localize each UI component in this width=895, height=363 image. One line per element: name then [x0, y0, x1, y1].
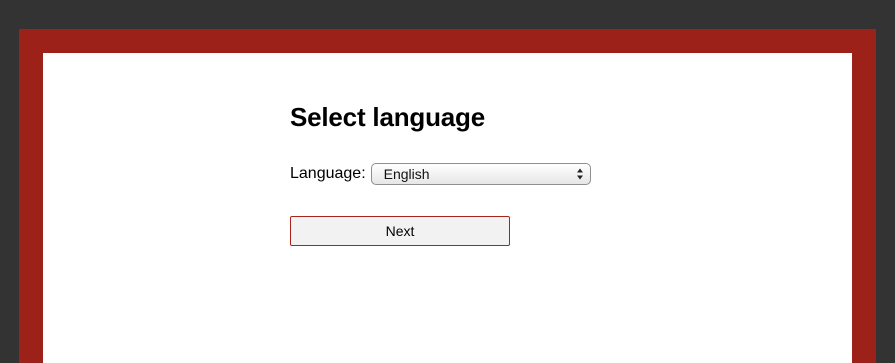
language-form: Select language Language: English Next — [290, 101, 591, 246]
updown-chevron-icon — [576, 168, 583, 180]
language-row: Language: English — [290, 163, 591, 185]
language-select[interactable]: English — [370, 163, 591, 185]
language-label: Language: — [290, 165, 366, 182]
language-select-value: English — [383, 166, 430, 182]
page-title: Select language — [290, 102, 485, 132]
next-button[interactable]: Next — [290, 216, 510, 246]
content-panel: Select language Language: English Next — [43, 53, 852, 363]
page-frame: Select language Language: English Next — [19, 29, 876, 363]
